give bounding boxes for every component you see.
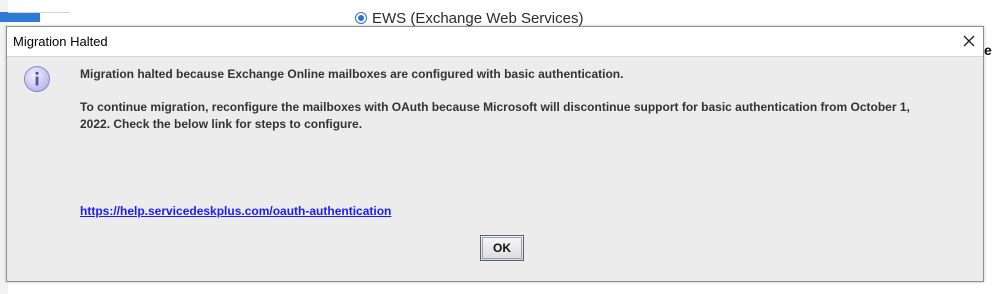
radio-selected-icon[interactable]: [355, 12, 367, 24]
background-tab: [0, 12, 40, 22]
screen: EWS (Exchange Web Services) e Migration …: [0, 0, 1004, 294]
background-divider: [8, 12, 70, 13]
close-icon: [963, 35, 975, 47]
background-text-fragment: e: [984, 42, 992, 58]
ok-button[interactable]: OK: [480, 235, 524, 261]
oauth-help-link[interactable]: https://help.servicedeskplus.com/oauth-a…: [80, 204, 391, 218]
ews-radio-label: EWS (Exchange Web Services): [372, 9, 584, 27]
migration-halted-dialog: Migration Halted Migration halted becaus…: [6, 26, 984, 282]
dialog-title: Migration Halted: [13, 34, 108, 49]
ews-radio-option[interactable]: EWS (Exchange Web Services): [355, 9, 584, 27]
dialog-titlebar[interactable]: Migration Halted: [7, 27, 983, 57]
message-line-2: To continue migration, reconfigure the m…: [80, 100, 910, 131]
message-line-1: Migration halted because Exchange Online…: [80, 67, 624, 81]
info-icon: [24, 66, 50, 92]
close-button[interactable]: [955, 27, 983, 55]
